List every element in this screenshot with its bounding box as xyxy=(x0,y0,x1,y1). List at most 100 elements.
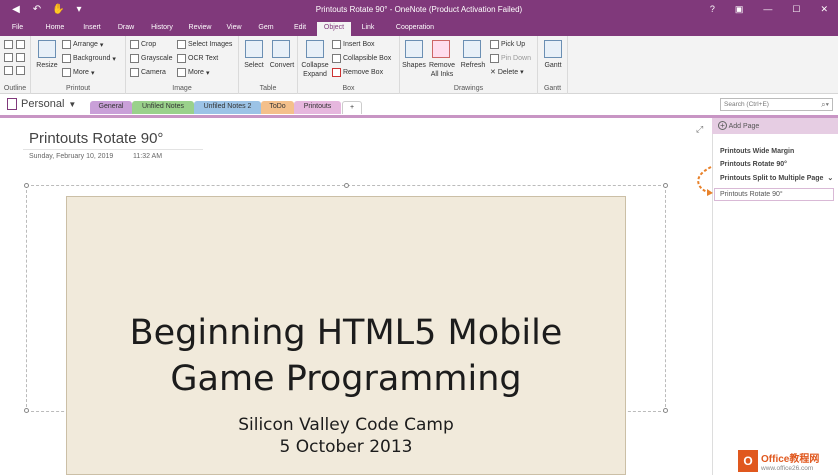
tab-cooperation[interactable]: Cooperation xyxy=(385,22,445,36)
select-images-icon xyxy=(177,40,186,49)
group-printout: Resize Arrange ▾ Background ▾ More ▾ Printo… xyxy=(31,36,126,94)
shapes-button[interactable]: Shapes xyxy=(401,61,427,70)
add-section-button[interactable]: + xyxy=(342,101,362,114)
title-underline xyxy=(23,149,203,150)
outline-icon-5[interactable] xyxy=(4,66,13,75)
insert-box-icon xyxy=(332,40,341,49)
remove-box-icon xyxy=(332,68,341,77)
section-tab-unfiled-notes-2[interactable]: Unfiled Notes 2 xyxy=(194,101,261,114)
printout-more-button[interactable]: More ▾ xyxy=(62,68,94,77)
outline-icon-6[interactable] xyxy=(16,66,25,75)
slide-heading: Beginning HTML5 Mobile Game Programming xyxy=(129,313,563,399)
help-button[interactable]: ? xyxy=(710,4,715,15)
collapse-expand-icon[interactable] xyxy=(306,40,324,58)
refresh-button[interactable]: Refresh xyxy=(458,61,488,70)
tab-draw[interactable]: Draw xyxy=(109,22,143,36)
pin-down-button[interactable]: Pin Down xyxy=(490,54,531,63)
arrange-button[interactable]: Arrange ▾ xyxy=(62,40,103,49)
page-item[interactable]: Printouts Wide Margin xyxy=(720,148,794,155)
gantt-icon[interactable] xyxy=(544,40,562,58)
image-more-button[interactable]: More ▾ xyxy=(177,68,209,77)
page-item-selected[interactable]: Printouts Rotate 90° xyxy=(714,188,834,201)
shapes-icon[interactable] xyxy=(405,40,423,58)
pick-up-icon xyxy=(490,40,499,49)
insert-box-button[interactable]: Insert Box xyxy=(332,40,375,49)
resize-handle[interactable] xyxy=(344,183,349,188)
resize-handle[interactable] xyxy=(24,183,29,188)
grayscale-button[interactable]: Grayscale xyxy=(130,54,173,63)
convert-icon[interactable] xyxy=(272,40,290,58)
resize-icon[interactable] xyxy=(38,40,56,58)
tab-view[interactable]: View xyxy=(219,22,249,36)
outline-icon-4[interactable] xyxy=(16,53,25,62)
delete-button[interactable]: ✕ Delete ▾ xyxy=(490,68,524,77)
page-time: 11:32 AM xyxy=(133,153,163,160)
resize-handle[interactable] xyxy=(663,183,668,188)
maximize-button[interactable]: ☐ xyxy=(792,4,800,15)
remove-all-inks-button[interactable]: Remove All Inks xyxy=(427,61,457,79)
refresh-icon[interactable] xyxy=(463,40,481,58)
tab-gem[interactable]: Gem xyxy=(249,22,283,36)
section-tab-general[interactable]: General xyxy=(90,101,132,114)
tab-review[interactable]: Review xyxy=(181,22,219,36)
outline-icon-3[interactable] xyxy=(4,53,13,62)
tab-history[interactable]: History xyxy=(143,22,181,36)
outline-icon[interactable] xyxy=(4,40,13,49)
group-outline: Outline xyxy=(0,36,31,94)
move-arrow-icon xyxy=(697,166,713,196)
add-icon: + xyxy=(718,121,727,130)
add-page-button[interactable]: + Add Page xyxy=(712,118,838,134)
site-watermark: O Office教程网 www.office26.com xyxy=(738,446,838,475)
crop-button[interactable]: Crop xyxy=(130,40,156,49)
tab-insert[interactable]: Insert xyxy=(75,22,109,36)
gantt-button[interactable]: Gantt xyxy=(539,61,567,70)
expand-icon[interactable]: ⤢ xyxy=(696,124,703,135)
page-item[interactable]: Printouts Split to Multiple Page ⌄ xyxy=(720,174,833,182)
outline-icon-2[interactable] xyxy=(16,40,25,49)
tab-object[interactable]: Object xyxy=(317,22,351,36)
pick-up-button[interactable]: Pick Up xyxy=(490,40,525,49)
grayscale-icon xyxy=(130,54,139,63)
collapsible-box-button[interactable]: Collapsible Box xyxy=(332,54,391,63)
camera-button[interactable]: Camera xyxy=(130,68,166,77)
resize-handle[interactable] xyxy=(663,408,668,413)
tab-link[interactable]: Link xyxy=(351,22,385,36)
resize-handle[interactable] xyxy=(24,408,29,413)
eraser-icon[interactable] xyxy=(432,40,450,58)
tab-file[interactable]: File xyxy=(0,22,35,36)
remove-box-button[interactable]: Remove Box xyxy=(332,68,383,77)
group-gantt: Gantt Gantt xyxy=(538,36,568,94)
select-images-button[interactable]: Select Images xyxy=(177,40,232,49)
collapse-expand-button[interactable]: Collapse Expand xyxy=(299,61,331,79)
ribbon-tabs: File Home Insert Draw History Review Vie… xyxy=(0,22,838,36)
office-logo-icon: O xyxy=(738,449,758,472)
slide-subtitle: Silicon Valley Code Camp 5 October 2013 xyxy=(238,415,454,457)
group-label-outline: Outline xyxy=(3,85,27,92)
chevron-down-icon[interactable]: ⌄ xyxy=(827,175,833,182)
minimize-button[interactable]: — xyxy=(763,4,772,15)
group-drawings: Shapes Remove All Inks Refresh Pick Up P… xyxy=(400,36,538,94)
more-icon xyxy=(62,68,71,77)
printout-slide-image[interactable]: Beginning HTML5 Mobile Game Programming … xyxy=(66,196,626,475)
background-button[interactable]: Background ▾ xyxy=(62,54,116,63)
ocr-text-button[interactable]: OCR Text xyxy=(177,54,218,63)
table-select-button[interactable]: Select xyxy=(241,61,267,70)
close-button[interactable]: ✕ xyxy=(820,4,828,15)
page-title[interactable]: Printouts Rotate 90° xyxy=(29,130,163,147)
page-item[interactable]: Printouts Rotate 90° xyxy=(720,161,787,168)
group-image: Crop Grayscale Camera Select Images OCR … xyxy=(126,36,239,94)
section-tab-todo[interactable]: ToDo xyxy=(261,101,294,114)
search-input[interactable]: Search (Ctrl+E) ⌕▾ xyxy=(720,98,833,111)
table-select-icon[interactable] xyxy=(245,40,263,58)
section-tab-printouts[interactable]: Printouts xyxy=(294,101,341,114)
convert-button[interactable]: Convert xyxy=(267,61,297,70)
tab-home[interactable]: Home xyxy=(35,22,75,36)
group-label-box: Box xyxy=(342,85,355,92)
search-icon[interactable]: ⌕▾ xyxy=(821,100,829,110)
section-tab-unfiled-notes[interactable]: Unfiled Notes xyxy=(132,101,194,114)
arrange-icon xyxy=(62,40,71,49)
notebook-selector[interactable]: Personal ▼ xyxy=(7,98,76,110)
ribbon-display-button[interactable]: ▣ xyxy=(735,4,744,15)
resize-button[interactable]: Resize xyxy=(33,61,61,70)
tab-edit[interactable]: Edit xyxy=(283,22,317,36)
